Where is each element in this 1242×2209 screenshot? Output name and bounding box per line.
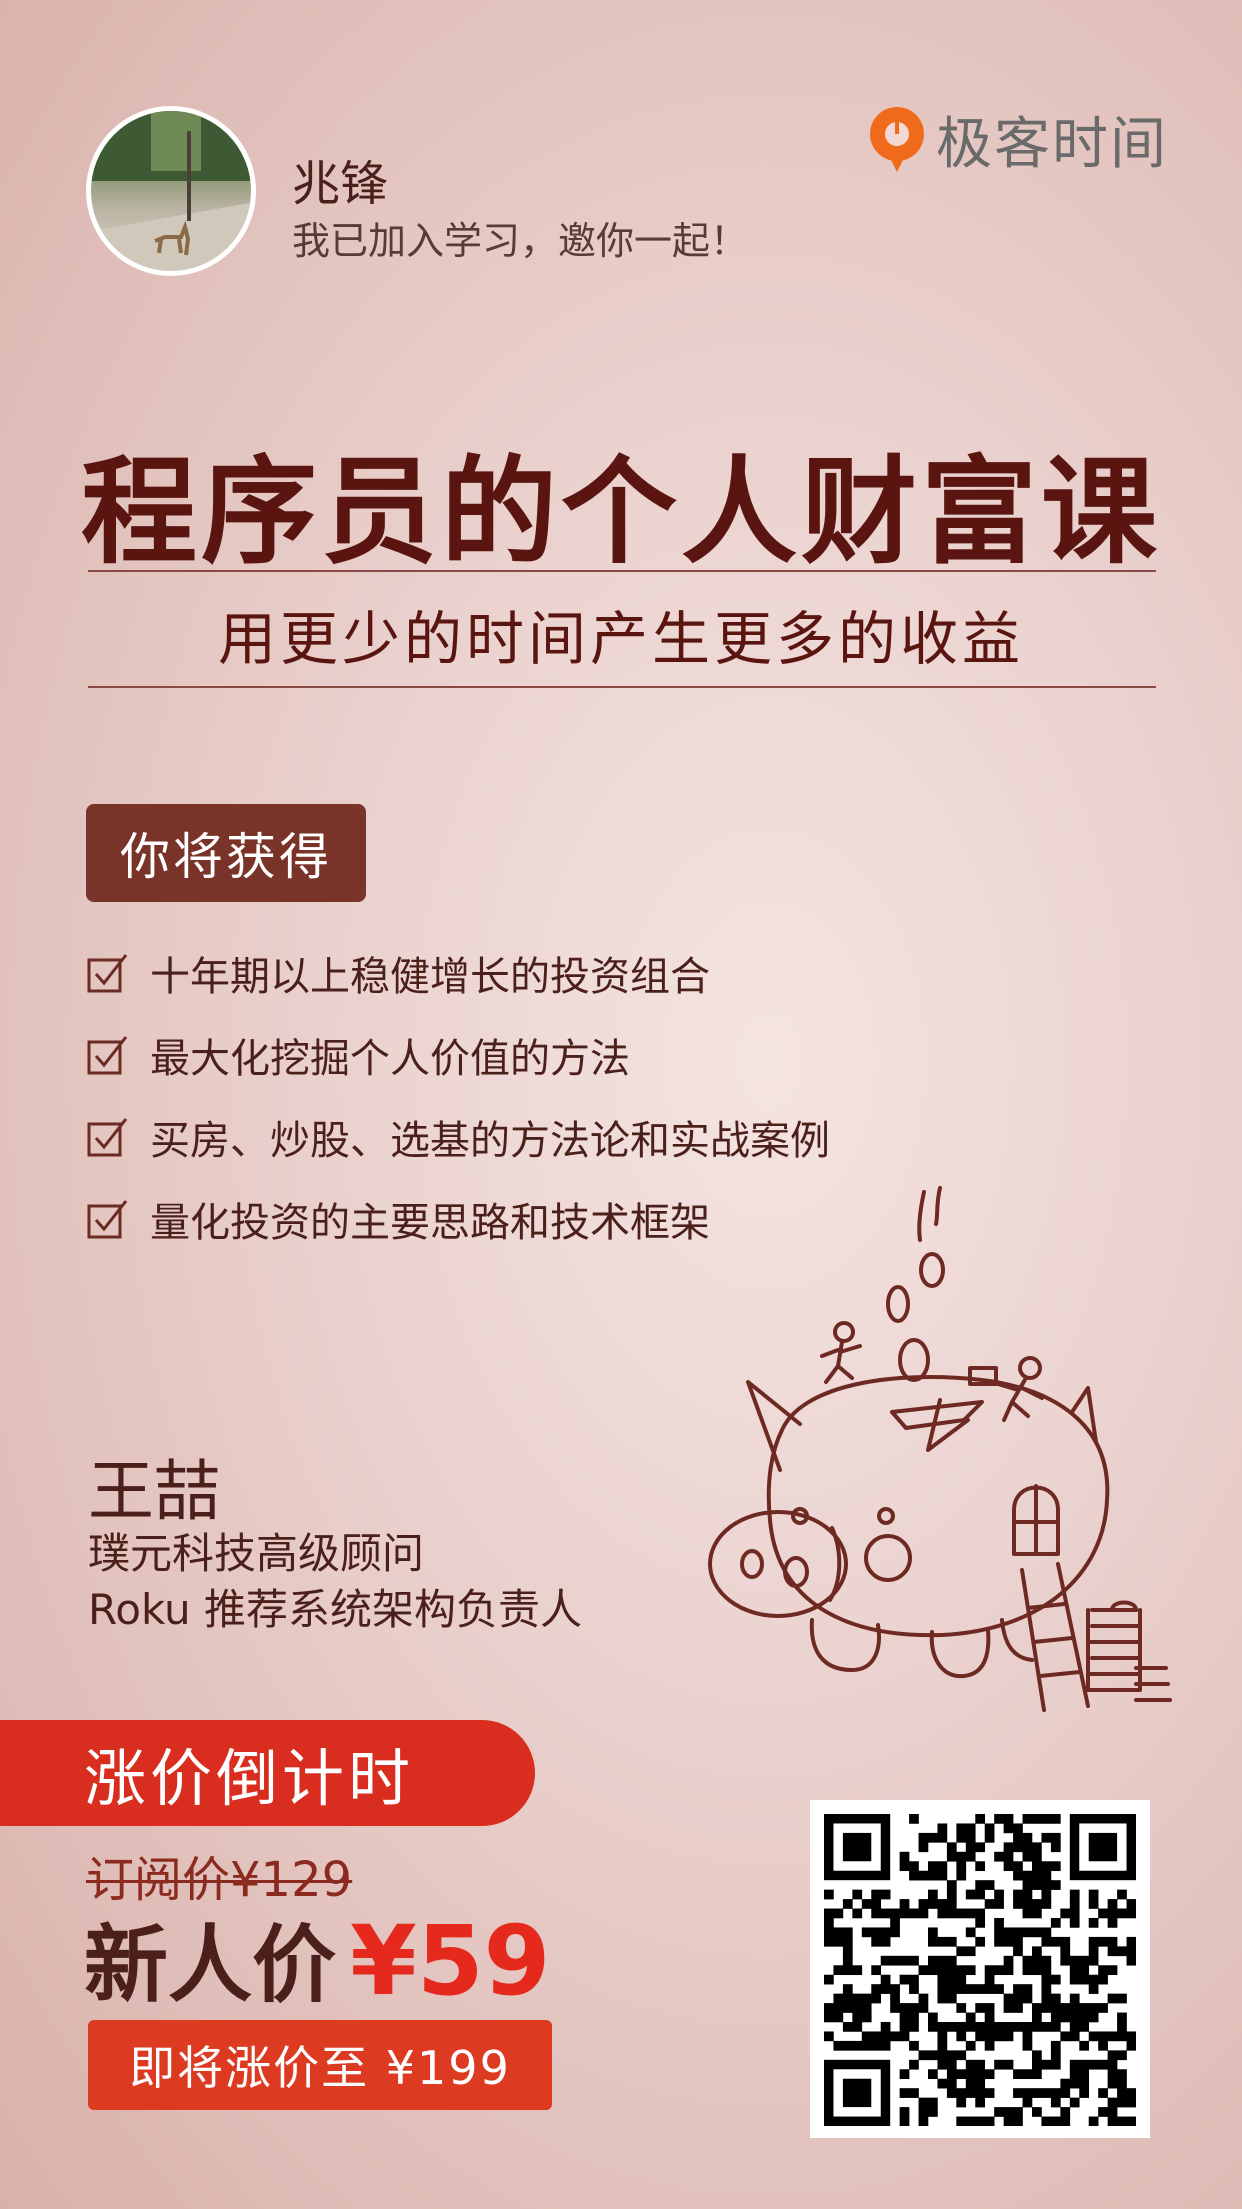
avatar [86, 106, 256, 276]
course-subtitle: 用更少的时间产生更多的收益 [217, 605, 1024, 673]
user-message: 我已加入学习，邀你一起！ [292, 219, 749, 263]
price-raise-notice[interactable]: 即将涨价至 ¥199 [88, 2020, 552, 2110]
qr-code[interactable] [810, 1800, 1150, 2138]
new-price-value: ¥59 [350, 1905, 551, 2017]
share-poster: 兆锋 我已加入学习，邀你一起！ 极客时间 程序员的个人财富课 用更少的时间产生更… [0, 0, 1242, 2209]
qr-code-pattern [824, 1814, 1136, 2126]
divider [88, 570, 1156, 572]
brand-logo: 极客时间 [866, 96, 1168, 182]
list-item: 十年期以上稳健增长的投资组合 [86, 932, 830, 1014]
brand-name: 极客时间 [936, 111, 1168, 177]
new-price-label: 新人价 [84, 1916, 337, 2014]
benefit-text: 买房、炒股、选基的方法论和实战案例 [150, 1118, 830, 1164]
author-role: Roku 推荐系统架构负责人 [88, 1585, 582, 1634]
checkbox-checked-icon [87, 1036, 128, 1075]
benefit-text: 十年期以上稳健增长的投资组合 [150, 954, 710, 1000]
checkbox-checked-icon [87, 1200, 128, 1239]
benefit-text: 最大化挖掘个人价值的方法 [150, 1036, 630, 1082]
checkbox-checked-icon [87, 1118, 128, 1157]
price-countdown-banner: 涨价倒计时 [0, 1720, 535, 1826]
list-item: 最大化挖掘个人价值的方法 [86, 1014, 830, 1096]
new-price: 新人价 ¥59 [84, 1898, 550, 2019]
benefit-text: 量化投资的主要思路和技术框架 [150, 1200, 710, 1246]
piggy-bank-illustration [708, 1186, 1172, 1712]
author-title: 璞元科技高级顾问 [88, 1529, 425, 1578]
divider [88, 686, 1156, 688]
checkbox-checked-icon [87, 954, 128, 993]
list-item: 买房、炒股、选基的方法论和实战案例 [86, 1096, 830, 1178]
user-name: 兆锋 [292, 156, 389, 212]
course-title: 程序员的个人财富课 [81, 445, 1161, 580]
brand-logo-icon [866, 104, 928, 174]
benefits-heading: 你将获得 [86, 804, 366, 902]
